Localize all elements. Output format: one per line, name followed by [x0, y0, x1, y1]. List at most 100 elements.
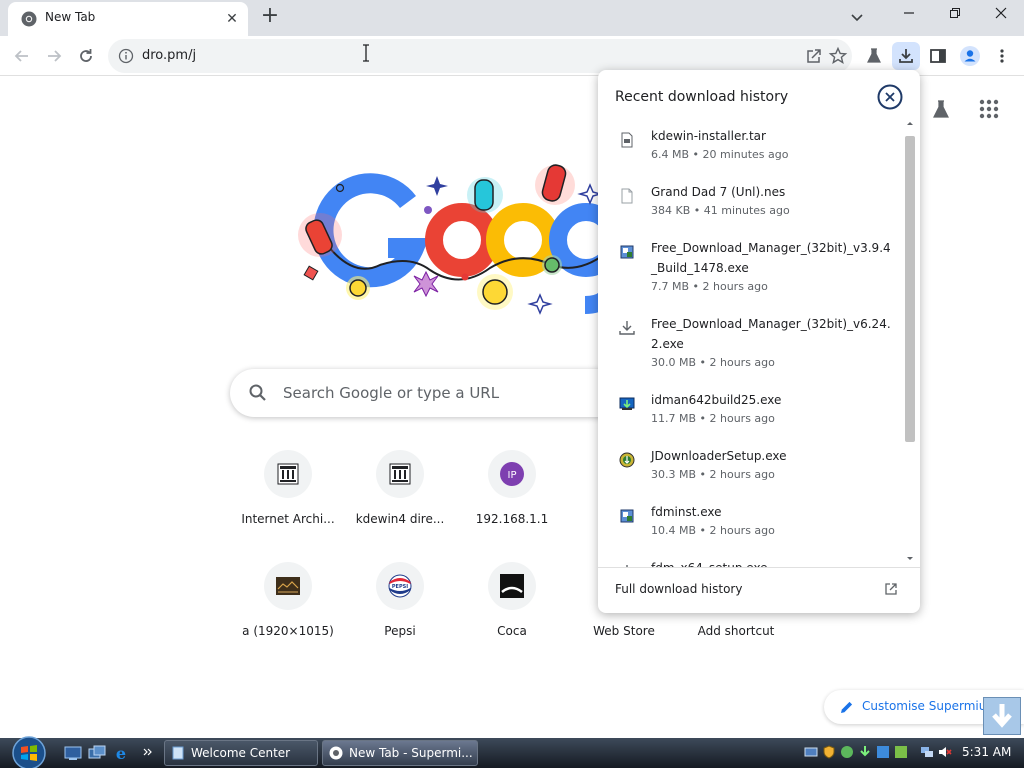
- shortcut-kdewin4[interactable]: kdewin4 dire...: [344, 450, 456, 550]
- download-item[interactable]: JDownloaderSetup.exe 30.3 MB • 2 hours a…: [598, 446, 902, 490]
- url-text[interactable]: dro.pm/j: [142, 48, 196, 63]
- menu-dots-icon[interactable]: [988, 42, 1016, 70]
- search-placeholder: Search Google or type a URL: [283, 384, 500, 402]
- taskbar-item-label: New Tab - Supermi...: [349, 746, 473, 760]
- full-download-history-link[interactable]: Full download history: [615, 582, 742, 596]
- shortcut-pepsi[interactable]: PEPSI Pepsi: [344, 562, 456, 662]
- desktop-download-widget[interactable]: [983, 697, 1021, 735]
- tray-network-connection-icon[interactable]: [920, 745, 934, 759]
- shortcut-label: a (1920×1015): [242, 624, 334, 638]
- omnibox[interactable]: dro.pm/j: [108, 39, 852, 73]
- scroll-down-icon[interactable]: [902, 554, 918, 564]
- tray-network-icon[interactable]: [804, 745, 818, 759]
- taskbar-item-new-tab[interactable]: New Tab - Supermi...: [322, 740, 478, 766]
- info-icon[interactable]: [118, 48, 134, 64]
- back-arrow-icon[interactable]: [8, 42, 36, 70]
- taskbar: e Welcome Center New Tab - Supermi... 5:…: [0, 736, 1024, 768]
- window-close-button[interactable]: [978, 0, 1024, 30]
- labs-flask-icon[interactable]: [860, 42, 888, 70]
- download-filename: kdewin-installer.tar: [651, 129, 766, 143]
- chevron-right-icon[interactable]: [142, 745, 154, 761]
- shortcut-label: kdewin4 dire...: [355, 512, 445, 526]
- archive-file-icon: [621, 132, 633, 148]
- download-filename: Free_Download_Manager_(32bit)_v3.9.4_Bui…: [651, 241, 891, 275]
- side-panel-icon[interactable]: [924, 42, 952, 70]
- shortcut-label: Add shortcut: [697, 624, 775, 638]
- profile-avatar-icon[interactable]: [956, 42, 984, 70]
- download-meta: 30.3 MB • 2 hours ago: [651, 468, 775, 481]
- doodle-bulb-yellow-center: [477, 274, 513, 310]
- labs-flask-icon[interactable]: [930, 98, 952, 120]
- doodle-bulb-green: [542, 255, 562, 275]
- forward-arrow-icon[interactable]: [40, 42, 68, 70]
- new-tab-button[interactable]: +: [256, 4, 284, 30]
- coca-icon: [500, 574, 524, 598]
- svg-text:e: e: [116, 745, 126, 761]
- minimize-icon: [904, 12, 914, 14]
- download-arrow-icon: [619, 321, 635, 335]
- start-orb-icon[interactable]: [8, 732, 50, 768]
- download-item[interactable]: idman642build25.exe 11.7 MB • 2 hours ag…: [598, 390, 902, 434]
- switch-windows-icon[interactable]: [88, 745, 106, 761]
- bookmark-star-icon[interactable]: [828, 46, 848, 66]
- download-item[interactable]: Grand Dad 7 (Unl).nes 384 KB • 41 minute…: [598, 182, 902, 226]
- tray-app-green-icon[interactable]: [840, 745, 854, 759]
- download-list: kdewin-installer.tar 6.4 MB • 20 minutes…: [598, 122, 902, 568]
- archive-icon: [389, 463, 411, 485]
- shortcut-192-168-1-1[interactable]: IP 192.168.1.1: [456, 450, 568, 550]
- tab-search-chevron-icon[interactable]: [845, 6, 869, 28]
- tab-new-tab[interactable]: New Tab ✕: [8, 2, 248, 36]
- download-item[interactable]: Free_Download_Manager_(32bit)_v3.9.4_Bui…: [598, 238, 902, 302]
- minimize-button[interactable]: [886, 0, 932, 30]
- shortcut-internet-archive[interactable]: Internet Archi...: [232, 450, 344, 550]
- welcome-center-icon: [172, 746, 184, 760]
- download-item[interactable]: fdminst.exe 10.4 MB • 2 hours ago: [598, 502, 902, 546]
- tray-volume-muted-icon[interactable]: [938, 745, 952, 759]
- installer-icon: [620, 245, 634, 259]
- restore-icon: [950, 8, 960, 18]
- download-meta: 6.4 MB • 20 minutes ago: [651, 148, 789, 161]
- tray-app-icon[interactable]: [894, 745, 908, 759]
- search-icon: [249, 384, 266, 401]
- download-bubble-title: Recent download history: [615, 89, 789, 105]
- taskbar-clock[interactable]: 5:31 AM: [962, 745, 1011, 759]
- shortcut-label: Web Store: [593, 624, 655, 638]
- shortcut-coca[interactable]: Coca: [456, 562, 568, 662]
- doodle-bulb-red: [298, 213, 342, 257]
- download-arrow-icon: [992, 704, 1012, 728]
- scrollbar-thumb[interactable]: [905, 136, 915, 442]
- download-item[interactable]: Free_Download_Manager_(32bit)_v6.24.2.ex…: [598, 314, 902, 378]
- shortcut-label: Internet Archi...: [241, 512, 335, 526]
- internet-explorer-icon[interactable]: e: [112, 745, 130, 761]
- image-thumb-icon: [276, 577, 300, 595]
- download-filename: fdminst.exe: [651, 505, 722, 519]
- close-icon[interactable]: [877, 84, 903, 110]
- taskbar-item-label: Welcome Center: [191, 746, 291, 760]
- google-doodle-image[interactable]: [290, 140, 610, 325]
- shortcut-label: Coca: [497, 624, 527, 638]
- reload-icon[interactable]: [72, 42, 100, 70]
- doodle-bulb-cyan: [467, 177, 503, 213]
- pepsi-icon-text: PEPSI: [392, 584, 408, 590]
- ip-icon: IP: [500, 462, 524, 486]
- download-icon[interactable]: [892, 42, 920, 70]
- tab-close-icon[interactable]: ✕: [222, 9, 242, 29]
- full-download-history-row[interactable]: Full download history: [598, 567, 920, 613]
- download-filename: JDownloaderSetup.exe: [651, 449, 787, 463]
- show-desktop-icon[interactable]: [64, 745, 82, 761]
- tray-security-shield-icon[interactable]: [822, 745, 836, 759]
- restore-button[interactable]: [932, 0, 978, 30]
- apps-grid-icon[interactable]: [978, 98, 1000, 120]
- shortcut-image[interactable]: a (1920×1015): [232, 562, 344, 662]
- tray-app-blue-icon[interactable]: [876, 745, 890, 759]
- download-item[interactable]: kdewin-installer.tar 6.4 MB • 20 minutes…: [598, 126, 902, 170]
- taskbar-item-welcome-center[interactable]: Welcome Center: [164, 740, 318, 766]
- share-icon[interactable]: [804, 46, 824, 66]
- download-scrollbar[interactable]: [902, 118, 918, 568]
- open-external-icon[interactable]: [883, 581, 899, 597]
- download-meta: 11.7 MB • 2 hours ago: [651, 412, 775, 425]
- download-filename: idman642build25.exe: [651, 393, 782, 407]
- installer-icon: [620, 509, 634, 523]
- scroll-up-icon[interactable]: [902, 118, 918, 128]
- tray-download-icon[interactable]: [858, 745, 872, 759]
